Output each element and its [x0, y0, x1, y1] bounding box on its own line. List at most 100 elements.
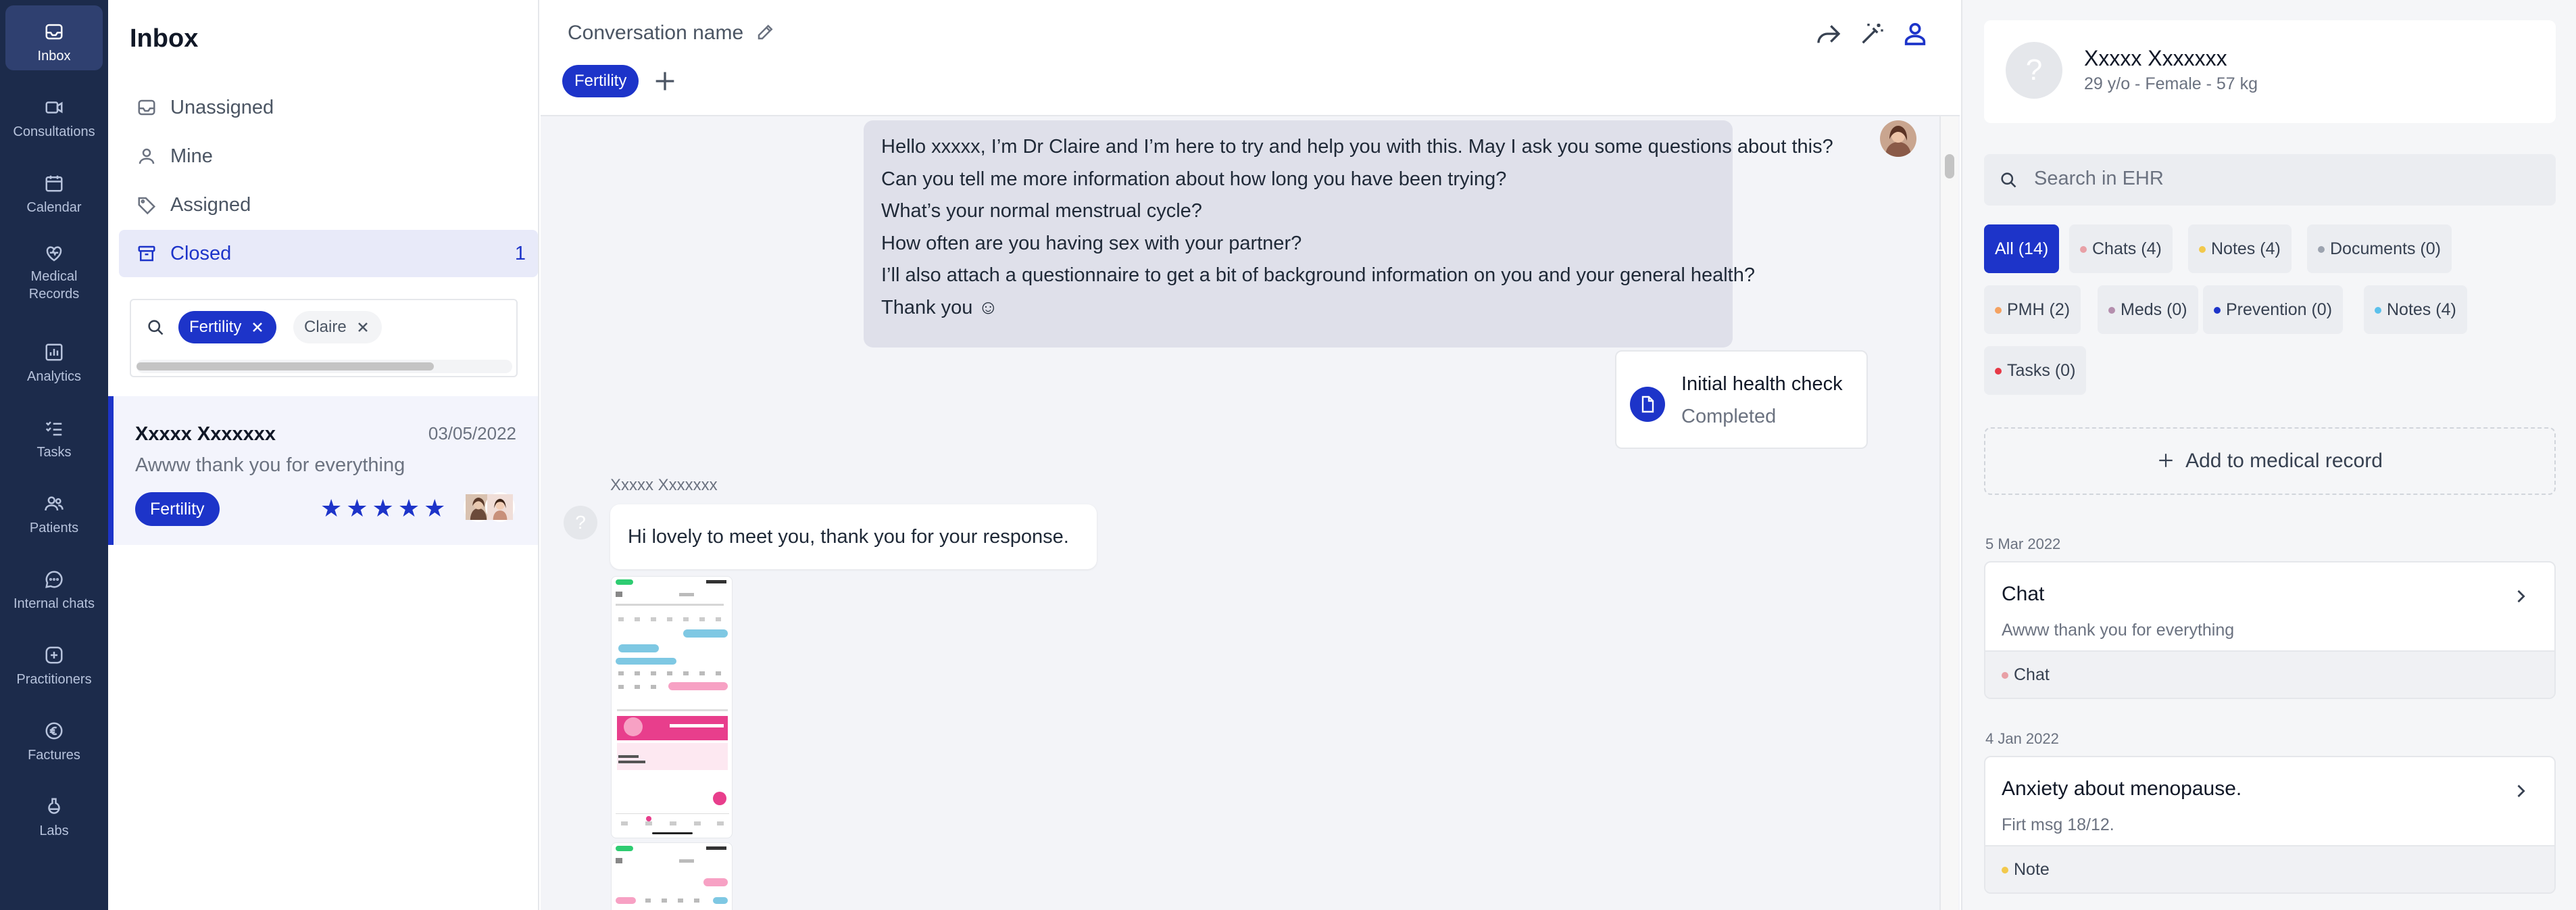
questionnaire-title: Initial health check — [1681, 373, 1843, 395]
tab-label: All (14) — [1995, 239, 2049, 258]
conversation-patient-name: Xxxxx Xxxxxxx — [135, 423, 276, 445]
patient-card[interactable]: ? Xxxxx Xxxxxxx 29 y/o - Female - 57 kg — [1984, 20, 2556, 123]
record-tag-label: Chat — [2014, 665, 2050, 684]
tab-meds[interactable]: Meds (0) — [2098, 285, 2198, 334]
filter-unassigned[interactable]: Unassigned — [119, 84, 538, 131]
share-icon[interactable] — [1815, 20, 1842, 47]
filter-mine[interactable]: Mine — [119, 133, 538, 180]
attachment-image[interactable] — [611, 576, 733, 838]
assign-user-icon[interactable] — [1902, 20, 1929, 47]
nav-item-consultations[interactable]: Consultations — [5, 81, 103, 146]
flask-icon — [44, 796, 64, 817]
dot-icon — [1995, 307, 2002, 314]
inbox-icon — [44, 22, 64, 42]
tab-notes[interactable]: Notes (4) — [2188, 224, 2292, 273]
nav-item-analytics[interactable]: Analytics — [5, 326, 103, 391]
document-icon — [1630, 387, 1665, 422]
avatar — [485, 492, 515, 522]
conversation-list-item[interactable]: Xxxxx Xxxxxxx 03/05/2022 Awww thank you … — [108, 396, 538, 545]
conversation-header: Conversation name Fertility — [541, 0, 1960, 116]
nav-item-medical-records[interactable]: Medical Records — [5, 237, 103, 302]
inbox-title: Inbox — [130, 24, 199, 53]
ehr-panel: ? Xxxxx Xxxxxxx 29 y/o - Female - 57 kg … — [1961, 0, 2576, 910]
questionnaire-card[interactable]: Initial health check Completed — [1615, 350, 1868, 449]
chevron-right-icon[interactable] — [2511, 587, 2530, 606]
remove-chip-icon[interactable] — [355, 319, 371, 335]
tab-tasks[interactable]: Tasks (0) — [1984, 346, 2087, 395]
dot-icon — [1995, 368, 2002, 375]
dot-icon — [2199, 246, 2206, 253]
nav-label: Tasks — [36, 445, 72, 460]
tab-chats[interactable]: Chats (4) — [2069, 224, 2173, 273]
inbox-search[interactable]: Fertility Claire — [130, 299, 518, 377]
tab-all[interactable]: All (14) — [1984, 224, 2060, 273]
nav-item-factures[interactable]: Factures — [5, 704, 103, 769]
messages-scrollbar[interactable] — [1939, 116, 1958, 910]
tab-prevention[interactable]: Prevention (0) — [2203, 285, 2344, 334]
euro-icon — [44, 721, 64, 741]
conversation-tag[interactable]: Fertility — [562, 65, 639, 97]
filter-assigned[interactable]: Assigned — [119, 181, 538, 229]
dot-icon — [2214, 307, 2221, 314]
nav-label: Practitioners — [16, 672, 92, 687]
archive-icon — [137, 243, 157, 264]
record-subtitle: Firt msg 18/12. — [2002, 815, 2114, 834]
nav-item-patients[interactable]: Patients — [5, 477, 103, 542]
questionnaire-status: Completed — [1681, 406, 1777, 427]
tab-label: Prevention (0) — [2226, 300, 2333, 319]
dot-icon — [2002, 867, 2008, 873]
add-tag-icon[interactable] — [651, 68, 678, 95]
add-record-label: Add to medical record — [2185, 450, 2383, 472]
search-chip-claire[interactable]: Claire — [293, 311, 382, 343]
record-card-chat[interactable]: Chat Awww thank you for everything Chat — [1984, 561, 2556, 699]
nav-item-inbox[interactable]: Inbox — [5, 5, 103, 70]
remove-chip-icon[interactable] — [249, 319, 266, 335]
record-subtitle: Awww thank you for everything — [2002, 621, 2235, 640]
tab-documents[interactable]: Documents (0) — [2307, 224, 2452, 273]
nav-label: Labs — [39, 823, 69, 838]
scrollbar-thumb[interactable] — [1945, 154, 1954, 178]
user-icon — [137, 146, 157, 166]
message-line: Hello xxxxx, I’m Dr Claire and I’m here … — [881, 136, 1833, 158]
inbox-tray-icon — [137, 97, 157, 118]
nav-item-labs[interactable]: Labs — [5, 780, 103, 845]
conversation-date: 03/05/2022 — [428, 423, 516, 444]
nav-label: Inbox — [37, 49, 71, 64]
nav-item-calendar[interactable]: Calendar — [5, 157, 103, 222]
plus-icon — [2157, 431, 2175, 467]
chevron-right-icon[interactable] — [2511, 782, 2530, 800]
search-chip-fertility[interactable]: Fertility — [178, 311, 277, 343]
patient-name: Xxxxx Xxxxxxx — [2084, 46, 2227, 70]
magic-wand-icon[interactable] — [1858, 20, 1885, 47]
nav-item-tasks[interactable]: Tasks — [5, 402, 103, 466]
filter-count: 1 — [514, 243, 526, 264]
add-to-medical-record-button[interactable]: Add to medical record — [1984, 427, 2556, 495]
filter-closed[interactable]: Closed 1 — [119, 230, 538, 277]
nav-item-practitioners[interactable]: Practitioners — [5, 629, 103, 694]
chart-icon — [44, 342, 64, 362]
record-card-note[interactable]: Anxiety about menopause. Firt msg 18/12.… — [1984, 756, 2556, 894]
conversation-title[interactable]: Conversation name — [568, 22, 743, 45]
nav-label: Internal chats — [13, 596, 95, 611]
tab-label: Notes (4) — [2387, 300, 2456, 319]
nav-item-internal-chats[interactable]: Internal chats — [5, 553, 103, 618]
attachment-image[interactable] — [611, 842, 733, 910]
dot-icon — [2375, 307, 2381, 314]
scrollbar-thumb[interactable] — [137, 362, 434, 370]
chip-label: Claire — [304, 318, 347, 336]
tab-label: Meds (0) — [2121, 300, 2187, 319]
tab-notes-2[interactable]: Notes (4) — [2364, 285, 2467, 334]
chip-scrollbar[interactable] — [137, 360, 512, 373]
dot-icon — [2002, 672, 2008, 679]
chip-label: Fertility — [189, 318, 242, 336]
pencil-icon[interactable] — [756, 22, 776, 42]
patients-icon — [44, 494, 64, 514]
sender-name: Xxxxx Xxxxxxx — [610, 476, 718, 494]
heart-record-icon — [44, 243, 64, 264]
record-date: 5 Mar 2022 — [1985, 535, 2061, 552]
chat-icon — [44, 569, 64, 590]
filter-label: Mine — [170, 145, 213, 167]
record-footer: Note — [1985, 845, 2554, 892]
ehr-search-input[interactable]: Search in EHR — [1984, 154, 2556, 206]
tab-pmh[interactable]: PMH (2) — [1984, 285, 2081, 334]
